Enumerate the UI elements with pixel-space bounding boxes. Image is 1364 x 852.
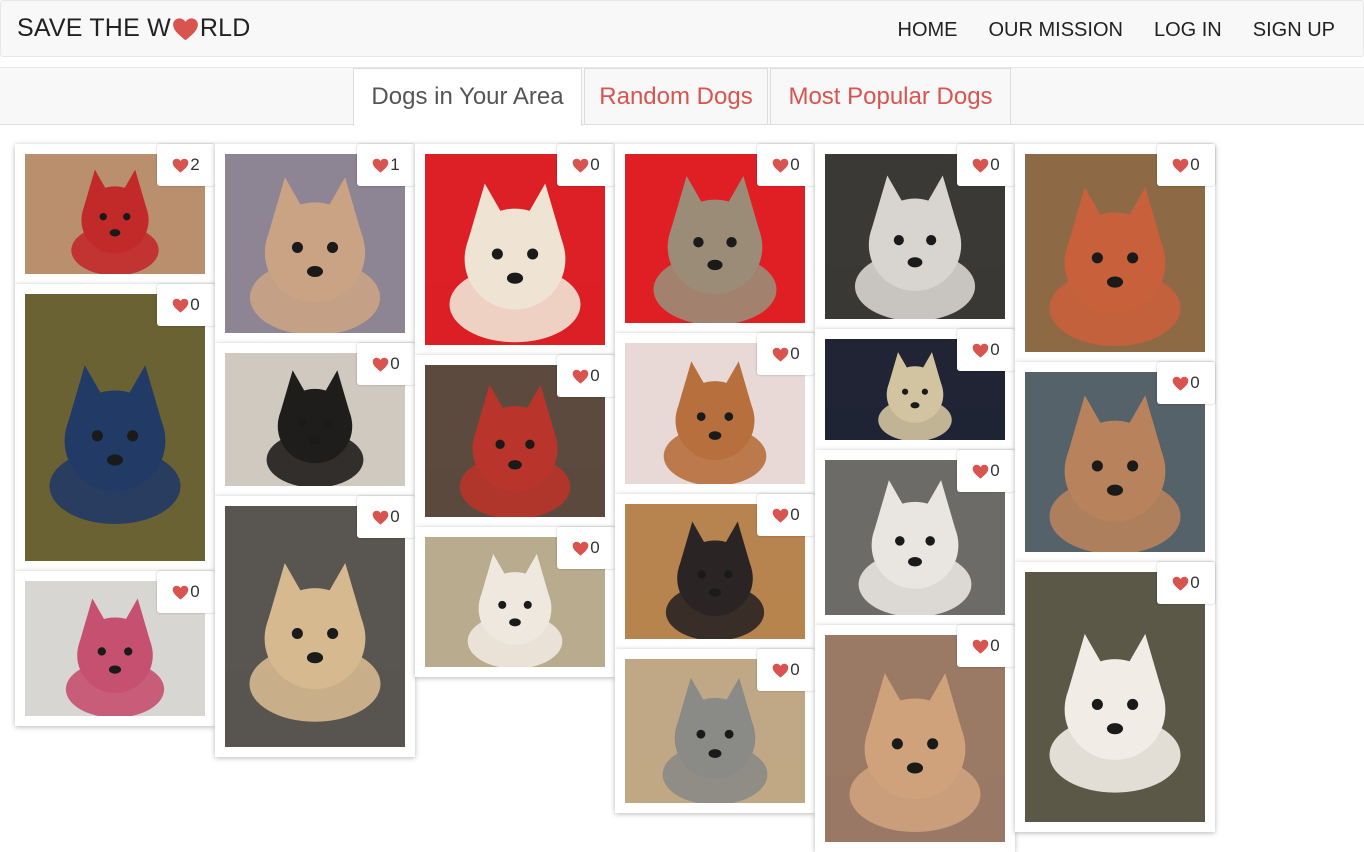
heart-icon [972,639,990,654]
dog-card[interactable]: 0 [415,527,615,677]
heart-icon [372,158,390,173]
heart-icon [772,347,790,362]
dog-photo[interactable] [225,506,405,747]
like-count: 0 [790,155,800,174]
heart-icon [572,158,590,173]
brand-logo[interactable]: SAVE THE W RLD [17,14,251,43]
tab-bar: Dogs in Your Area Random Dogs Most Popul… [0,67,1364,126]
brand-text-start: SAVE THE W [17,14,171,42]
like-button[interactable]: 0 [557,144,615,186]
like-count: 0 [1190,155,1200,174]
like-button[interactable]: 0 [757,144,815,186]
like-count: 0 [990,155,1000,174]
like-count: 0 [190,295,200,314]
dog-card[interactable]: 0 [615,494,815,649]
like-count: 0 [990,461,1000,480]
dog-card[interactable]: 0 [1015,144,1215,362]
tab-most-popular-dogs[interactable]: Most Popular Dogs [770,68,1011,124]
like-count: 0 [390,354,400,373]
like-count: 1 [390,155,400,174]
heart-icon [372,357,390,372]
dog-card[interactable]: 0 [815,450,1015,625]
heart-icon [772,508,790,523]
like-count: 0 [990,636,1000,655]
like-button[interactable]: 0 [557,355,615,397]
like-button[interactable]: 0 [957,329,1015,371]
dog-card[interactable]: 0 [415,144,615,355]
dog-photo[interactable] [1025,572,1205,822]
like-count: 0 [1190,573,1200,592]
like-button[interactable]: 0 [1157,362,1215,404]
like-count: 0 [590,366,600,385]
nav-mission-link[interactable]: OUR MISSION [989,19,1123,42]
like-button[interactable]: 0 [957,450,1015,492]
like-button[interactable]: 0 [957,625,1015,667]
dog-card[interactable]: 2 [15,144,215,284]
like-button[interactable]: 0 [157,284,215,326]
like-count: 2 [190,155,200,174]
like-button[interactable]: 0 [557,527,615,569]
like-count: 0 [790,660,800,679]
heart-icon [1172,376,1190,391]
like-count: 0 [790,344,800,363]
dog-card[interactable]: 1 [215,144,415,343]
dog-photo[interactable] [25,294,205,561]
dog-card[interactable]: 0 [615,649,815,813]
like-button[interactable]: 1 [357,144,415,186]
heart-icon [172,158,190,173]
heart-logo-icon [172,17,199,41]
like-button[interactable]: 0 [1157,562,1215,604]
navbar: SAVE THE W RLD HOME OUR MISSION LOG IN S… [0,0,1364,57]
dog-card[interactable]: 0 [815,144,1015,329]
like-count: 0 [590,155,600,174]
like-button[interactable]: 2 [157,144,215,186]
dog-card[interactable]: 0 [615,333,815,494]
dog-card[interactable]: 0 [815,329,1015,450]
like-button[interactable]: 0 [357,496,415,538]
like-count: 0 [190,582,200,601]
dog-card[interactable]: 0 [1015,562,1215,832]
brand-text-end: RLD [199,14,251,42]
like-button[interactable]: 0 [757,333,815,375]
heart-icon [372,510,390,525]
nav-home-link[interactable]: HOME [898,19,958,42]
like-count: 0 [590,538,600,557]
dog-card[interactable]: 0 [15,284,215,571]
tab-random-dogs[interactable]: Random Dogs [584,68,768,124]
like-button[interactable]: 0 [357,343,415,385]
heart-icon [572,369,590,384]
heart-icon [972,158,990,173]
dog-card[interactable]: 0 [215,496,415,757]
heart-icon [1172,158,1190,173]
nav-signup-link[interactable]: SIGN UP [1253,19,1335,42]
dog-card[interactable]: 0 [15,571,215,726]
tab-dogs-in-your-area[interactable]: Dogs in Your Area [353,68,582,126]
heart-icon [972,343,990,358]
like-button[interactable]: 0 [757,494,815,536]
dog-card[interactable]: 0 [215,343,415,496]
heart-icon [572,541,590,556]
nav-login-link[interactable]: LOG IN [1154,19,1222,42]
dog-card[interactable]: 0 [415,355,615,527]
like-button[interactable]: 0 [157,571,215,613]
heart-icon [172,298,190,313]
dog-card[interactable]: 0 [615,144,815,333]
like-button[interactable]: 0 [757,649,815,691]
heart-icon [772,663,790,678]
heart-icon [172,585,190,600]
dog-card[interactable]: 0 [815,625,1015,852]
nav-links: HOME OUR MISSION LOG IN SIGN UP [867,19,1336,42]
heart-icon [972,464,990,479]
like-count: 0 [990,340,1000,359]
dog-card[interactable]: 0 [1015,362,1215,562]
heart-icon [772,158,790,173]
like-button[interactable]: 0 [957,144,1015,186]
like-count: 0 [390,507,400,526]
like-count: 0 [1190,373,1200,392]
like-count: 0 [790,505,800,524]
heart-icon [1172,576,1190,591]
like-button[interactable]: 0 [1157,144,1215,186]
